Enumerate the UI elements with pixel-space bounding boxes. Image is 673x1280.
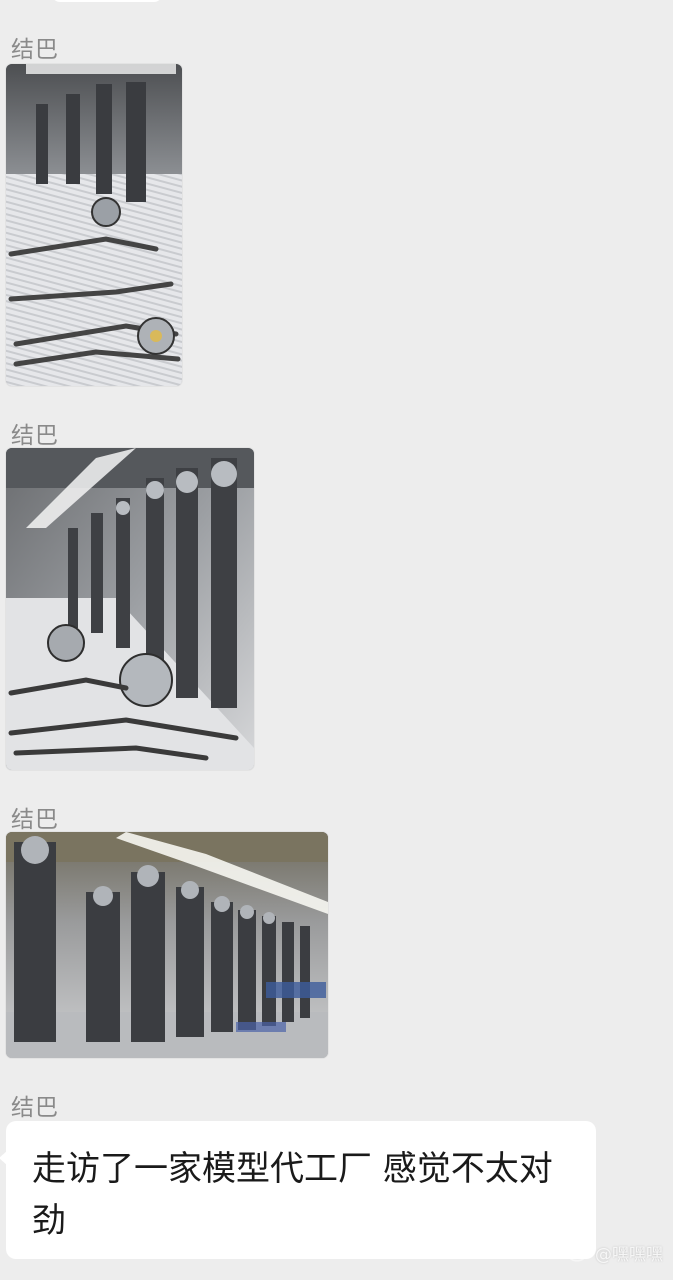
robot-skeletons-photo [6,448,254,770]
robot-arms-photo [6,64,182,386]
image-message-2[interactable] [6,448,254,770]
sender-name: 结巴 [11,1095,59,1121]
sender-name: 结巴 [11,37,59,63]
image-message-1[interactable] [6,64,182,386]
sender-name: 结巴 [11,423,59,449]
robot-assembly-line-photo [6,832,328,1058]
image-message-3[interactable] [6,832,328,1058]
watermark: @嘿嘿嘿 [567,1240,663,1265]
previous-message-bubble-edge [52,0,162,2]
text-message-bubble[interactable]: 走访了一家模型代工厂 感觉不太对劲 [0,1121,596,1259]
sender-name: 结巴 [11,807,59,833]
weibo-logo-icon [568,1244,588,1262]
watermark-text: @嘿嘿嘿 [595,1245,663,1265]
bubble-tail [0,1151,7,1165]
message-text: 走访了一家模型代工厂 感觉不太对劲 [32,1149,553,1241]
